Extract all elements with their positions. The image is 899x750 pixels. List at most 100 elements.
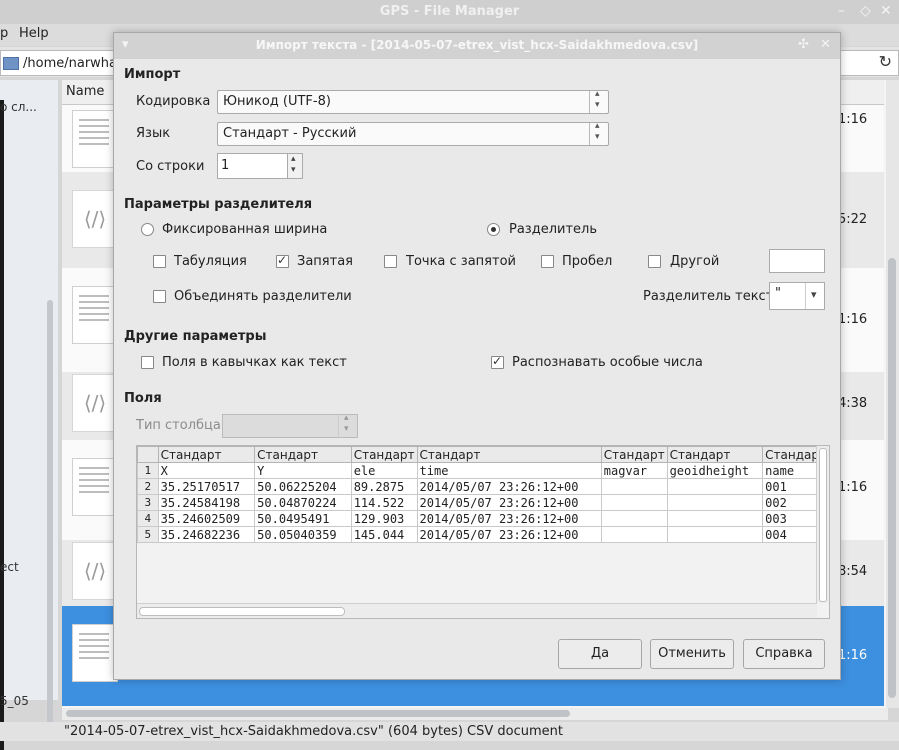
sidebar-item[interactable]: o сл... (0, 100, 37, 114)
preview-horizontal-scrollbar[interactable] (137, 603, 817, 618)
preview-grid[interactable]: Стандарт Стандарт Стандарт Стандарт Стан… (136, 445, 830, 619)
quoted-as-text-checkbox[interactable] (141, 356, 154, 369)
column-type-select[interactable] (222, 413, 358, 438)
table-cell: 129.903 (350, 510, 418, 527)
row-number[interactable]: 1 (137, 462, 159, 479)
folder-icon (3, 57, 19, 70)
table-cell (600, 510, 668, 527)
table-cell (600, 478, 668, 495)
tab-checkbox[interactable] (153, 255, 166, 268)
maximize-icon[interactable]: ✣ (798, 37, 809, 52)
table-cell: 145.044 (350, 526, 418, 543)
table-cell: 35.24602509 (157, 510, 256, 527)
sidebar-item[interactable]: 5_05 (0, 694, 29, 708)
fixed-width-radio[interactable] (141, 223, 154, 236)
places-sidebar: o сл... ect 5_05 4_06 (0, 80, 58, 750)
document-thumbnail (72, 286, 118, 344)
table-cell (666, 478, 764, 495)
row-number[interactable]: 2 (137, 478, 159, 495)
table-cell: 35.25170517 (157, 478, 256, 495)
table-row: 1 X Y ele time magvar geoidheight name (137, 462, 829, 479)
file-list-vertical-scrollbar[interactable] (886, 80, 899, 708)
table-row: 3 35.24584198 50.04870224 114.522 2014/0… (137, 494, 829, 511)
preview-vertical-scrollbar[interactable] (816, 446, 829, 603)
corner-cell (137, 446, 159, 463)
reload-icon[interactable]: ↻ (879, 52, 892, 71)
space-checkbox[interactable] (541, 255, 554, 268)
sidebar-edge (0, 100, 4, 750)
file-modified-time: 4:38 (838, 396, 868, 411)
encoding-select[interactable]: Юникод (UTF-8) (217, 89, 609, 114)
document-thumbnail (72, 458, 118, 516)
separated-radio[interactable] (487, 223, 500, 236)
spinner-arrows-icon (589, 121, 608, 145)
table-cell: Y (254, 462, 352, 479)
table-cell (666, 510, 764, 527)
encoding-label: Кодировка (136, 94, 211, 109)
semicolon-checkbox[interactable] (384, 255, 397, 268)
other-checkbox[interactable] (648, 255, 661, 268)
file-modified-time: 8:54 (838, 564, 868, 579)
code-file-icon: ⟨/⟩ (72, 190, 118, 248)
language-select[interactable]: Стандарт - Русский (217, 121, 609, 146)
column-type-header[interactable]: Стандарт (157, 446, 256, 463)
from-row-label: Со строки (136, 159, 205, 174)
comma-label: Запятая (297, 254, 353, 269)
close-icon[interactable]: ✕ (820, 37, 831, 52)
sidebar-item[interactable]: ect (0, 560, 19, 574)
dialog-titlebar[interactable]: ▾ Импорт текста - [2014-05-07-etrex_vist… (114, 33, 840, 59)
table-row: 4 35.24602509 50.0495491 129.903 2014/05… (137, 510, 829, 527)
table-cell: 35.24584198 (157, 494, 256, 511)
menu-item-help[interactable]: Help (19, 26, 49, 41)
ok-button[interactable]: Да (558, 639, 642, 669)
row-number[interactable]: 5 (137, 526, 159, 543)
column-type-header[interactable]: Стандарт (666, 446, 764, 463)
other-separator-input[interactable] (769, 249, 825, 273)
column-type-header[interactable]: Стандарт (350, 446, 418, 463)
column-type-label: Тип столбца (136, 418, 221, 433)
table-cell: 2014/05/07 23:26:12+00 (416, 526, 602, 543)
text-import-dialog: ▾ Импорт текста - [2014-05-07-etrex_vist… (113, 32, 841, 680)
detect-special-numbers-label: Распознавать особые числа (512, 355, 703, 370)
file-modified-time: 5:22 (838, 212, 868, 227)
table-cell: magvar (600, 462, 668, 479)
text-delimiter-label: Разделитель текста (643, 289, 782, 304)
merge-delimiters-checkbox[interactable] (153, 290, 166, 303)
column-type-header[interactable]: Стандарт (600, 446, 668, 463)
cancel-button[interactable]: Отменить (650, 639, 734, 669)
text-delimiter-select[interactable]: " (769, 282, 825, 310)
table-cell (666, 494, 764, 511)
spinner-arrows-icon (338, 413, 357, 437)
file-modified-time: 1:16 (838, 312, 868, 327)
table-cell: geoidheight (666, 462, 764, 479)
from-row-stepper[interactable]: 1 (217, 153, 303, 179)
preview-header-row: Стандарт Стандарт Стандарт Стандарт Стан… (137, 446, 829, 463)
row-number[interactable]: 4 (137, 510, 159, 527)
chevron-down-icon (805, 283, 824, 309)
maximize-icon[interactable]: ◇ (860, 3, 871, 19)
background-window-titlebar: GPS - File Manager – ◇ ✕ (0, 0, 899, 24)
merge-delimiters-label: Объединять разделители (174, 289, 352, 304)
row-number[interactable]: 3 (137, 494, 159, 511)
help-button[interactable]: Справка (743, 639, 825, 669)
comma-checkbox[interactable] (276, 253, 289, 268)
document-thumbnail (72, 110, 118, 168)
menu-item-partial[interactable]: p (0, 26, 8, 41)
status-text: "2014-05-07-etrex_vist_hcx-Saidakhmedova… (64, 724, 563, 739)
document-thumbnail (72, 624, 118, 682)
column-type-header[interactable]: Стандарт (254, 446, 352, 463)
code-file-icon: ⟨/⟩ (72, 542, 118, 600)
table-cell: 2014/05/07 23:26:12+00 (416, 510, 602, 527)
spinner-arrows-icon (589, 89, 608, 113)
stepper-arrows-icon (287, 154, 302, 178)
sidebar-scrollbar[interactable] (47, 300, 53, 730)
table-cell: 50.06225204 (254, 478, 352, 495)
background-window-title: GPS - File Manager (379, 4, 520, 19)
file-list-horizontal-scrollbar[interactable] (62, 708, 888, 720)
column-type-header[interactable]: Стандарт (416, 446, 602, 463)
table-cell (666, 526, 764, 543)
close-icon[interactable]: ✕ (880, 3, 892, 19)
minimize-icon[interactable]: – (838, 3, 845, 19)
detect-special-numbers-checkbox[interactable] (491, 354, 504, 369)
table-cell: 2014/05/07 23:26:12+00 (416, 494, 602, 511)
